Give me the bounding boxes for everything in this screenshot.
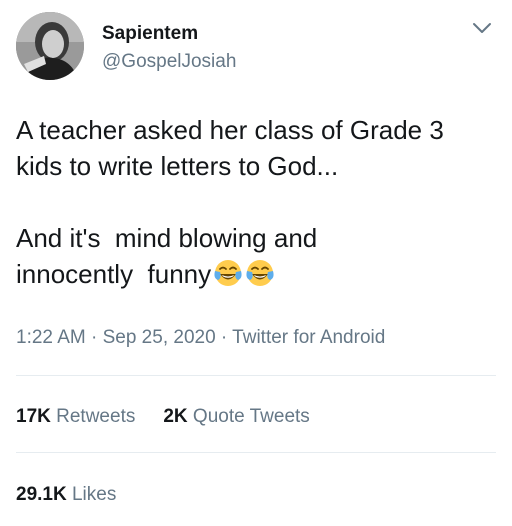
retweets-stat[interactable]: 17K Retweets [16,405,135,429]
tweet-text-line-with-emoji: innocently funny [16,256,496,292]
tweet-text-line: kids to write letters to God... [16,151,339,181]
likes-label: Likes [71,484,117,505]
chevron-down-icon[interactable] [470,16,494,40]
engagement-stats: 17K Retweets 2K Quote Tweets [16,405,338,429]
avatar[interactable] [16,12,84,80]
tweet-text-line: And it's mind blowing and [16,223,318,253]
quote-tweets-label: Quote Tweets [192,406,310,427]
tweet-text: A teacher asked her class of Grade 3 kid… [16,112,496,292]
tweet-text-line: innocently funny [16,259,212,289]
tweet-timestamp[interactable]: 1:22 AM · Sep 25, 2020 · Twitter for And… [16,326,385,350]
likes-count: 29.1K [16,484,67,505]
avatar-photo-icon [16,12,84,80]
retweets-label: Retweets [56,406,136,427]
tweet-header: Sapientem @GospelJosiah [16,12,496,80]
quote-tweets-count: 2K [163,406,188,427]
tears-of-joy-emoji-icon [213,258,243,288]
quote-tweets-stat[interactable]: 2K Quote Tweets [163,405,309,429]
divider [16,375,496,376]
user-handle[interactable]: @GospelJosiah [102,50,236,74]
tears-of-joy-emoji-icon [245,258,275,288]
divider [16,452,496,453]
user-name-block: Sapientem @GospelJosiah [102,22,236,74]
tweet-text-line: A teacher asked her class of Grade 3 [16,115,444,145]
tweet-card: Sapientem @GospelJosiah A teacher asked … [0,0,512,526]
display-name[interactable]: Sapientem [102,22,236,46]
likes-stat[interactable]: 29.1K Likes [16,483,116,507]
likes-stats: 29.1K Likes [16,483,144,507]
retweets-count: 17K [16,406,51,427]
